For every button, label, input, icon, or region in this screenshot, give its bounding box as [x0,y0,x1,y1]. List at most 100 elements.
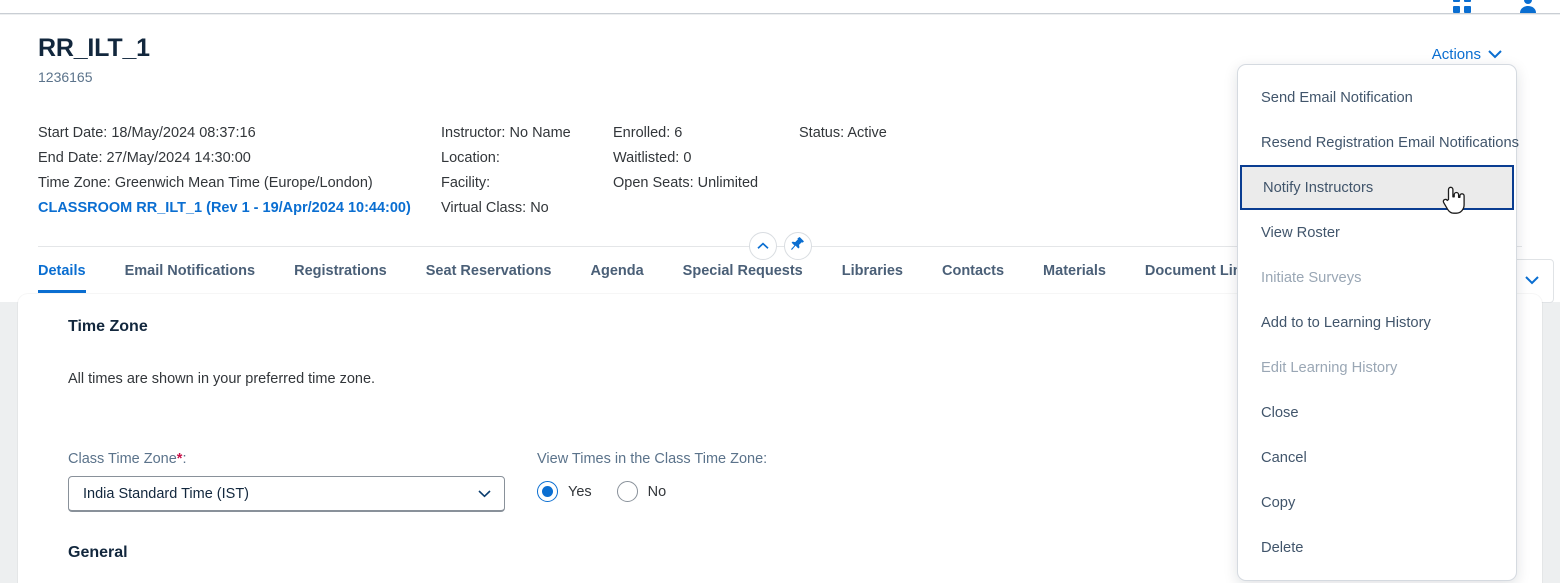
application-window: RR_ILT_1 1236165 Actions Start Date: 18/… [0,0,1560,583]
radio-no[interactable]: No [616,481,679,502]
menu-item-label: Add to to Learning History [1261,314,1431,331]
meta-label: Time Zone: [38,175,111,191]
tab-contacts[interactable]: Contacts [942,261,1004,293]
shell-bar-icons [1452,0,1538,14]
user-icon[interactable] [1518,0,1538,14]
menu-item-send-email-notification[interactable]: Send Email Notification [1238,75,1516,120]
meta-row: Location: [441,146,613,171]
meta-value: 18/May/2024 08:37:16 [111,125,256,141]
title-block: RR_ILT_1 1236165 [38,33,150,86]
object-id: 1236165 [38,69,93,85]
tab-materials[interactable]: Materials [1043,261,1106,293]
tab-details[interactable]: Details [38,261,86,293]
tab-label: Contacts [942,263,1005,279]
menu-item-label: Copy [1261,494,1296,511]
menu-item-label: Notify Instructors [1263,179,1374,196]
meta-column-instructor: Instructor: No Name Location: Facility: … [441,121,613,221]
status-badge: Active [847,125,887,141]
meta-column-status: Status: Active [799,121,999,221]
radio-yes-control[interactable] [537,481,558,502]
meta-value: No [530,200,549,216]
chevron-down-icon [478,486,491,502]
meta-label: Status: [799,125,845,141]
radio-yes[interactable]: Yes [537,481,604,502]
time-zone-description: All times are shown in your preferred ti… [68,371,376,387]
menu-item-edit-learning-history: Edit Learning History [1238,345,1516,390]
menu-item-delete[interactable]: Delete [1238,525,1516,570]
radio-selected-dot [542,486,553,497]
tab-agenda[interactable]: Agenda [591,261,644,293]
tab-seat-reservations[interactable]: Seat Reservations [426,261,552,293]
tab-email-notifications[interactable]: Email Notifications [125,261,256,293]
meta-row: Virtual Class: No [441,196,613,221]
meta-row: Start Date: 18/May/2024 08:37:16 [38,121,441,146]
time-zone-section-title: Time Zone [68,318,148,335]
tab-label: Special Requests [682,263,803,279]
tab-label: Registrations [294,263,387,279]
meta-label: Location: [441,150,500,166]
menu-item-view-roster[interactable]: View Roster [1238,210,1516,255]
meta-column-dates: Start Date: 18/May/2024 08:37:16 End Dat… [38,121,441,221]
actions-button-label: Actions [1431,46,1481,63]
tab-label: Details [38,263,86,279]
menu-item-label: Resend Registration Email Notifications [1261,134,1519,151]
chevron-down-icon [1488,46,1502,63]
meta-value: 27/May/2024 14:30:00 [106,150,251,166]
tab-label: Agenda [590,263,644,279]
menu-item-cancel[interactable]: Cancel [1238,435,1516,480]
class-time-zone-value: India Standard Time (IST) [83,485,250,502]
actions-button[interactable]: Actions [1432,46,1502,63]
meta-row: CLASSROOM RR_ILT_1 (Rev 1 - 19/Apr/2024 … [38,196,441,221]
tab-special-requests[interactable]: Special Requests [683,261,803,293]
menu-item-add-to-learning-history[interactable]: Add to to Learning History [1238,300,1516,345]
class-time-zone-field: Class Time Zone*: India Standard Time (I… [68,451,505,512]
collapse-header-button[interactable] [748,232,777,260]
pin-header-button[interactable] [783,232,812,260]
menu-item-label: Cancel [1261,449,1307,466]
page-title: RR_ILT_1 [38,34,150,62]
meta-row: Status: Active [799,121,999,146]
view-times-label: View Times in the Class Time Zone: [537,451,768,467]
meta-row: Enrolled: 6 [613,121,799,146]
meta-value: 0 [683,150,692,166]
meta-label: Waitlisted: [613,150,680,166]
menu-item-label: Send Email Notification [1261,89,1413,106]
meta-label: Start Date: [38,125,108,141]
tab-label: Materials [1043,263,1106,279]
general-section-title: General [68,544,128,561]
menu-item-copy[interactable]: Copy [1238,480,1516,525]
meta-label: Instructor: [441,125,506,141]
meta-value: No Name [509,125,571,141]
meta-label: Facility: [441,175,491,191]
radio-no-control[interactable] [616,481,638,502]
top-shell-bar [0,0,1560,14]
grid-icon[interactable] [1452,0,1472,14]
meta-label: Enrolled: [613,125,671,141]
tab-registrations[interactable]: Registrations [294,261,387,293]
menu-item-close[interactable]: Close [1238,390,1516,435]
meta-label: End Date: [38,150,103,166]
radio-no-label: No [647,483,667,500]
tab-label: Email Notifications [124,263,256,279]
field-label-text: Class Time Zone [68,451,177,467]
menu-item-notify-instructors[interactable]: Notify Instructors [1240,165,1514,210]
class-time-zone-select[interactable]: India Standard Time (IST) [68,476,505,512]
menu-item-resend-registration-email-notifications[interactable]: Resend Registration Email Notifications [1238,120,1519,165]
label-colon: : [182,451,187,467]
meta-row: Instructor: No Name [441,121,613,146]
tab-libraries[interactable]: Libraries [842,261,903,293]
pin-icon [790,236,805,256]
tab-label: Seat Reservations [425,263,552,279]
menu-item-label: Delete [1261,539,1304,556]
view-times-field: View Times in the Class Time Zone: Yes N… [537,451,767,502]
meta-label: Virtual Class: [441,200,527,216]
meta-row: Waitlisted: 0 [613,146,799,171]
meta-row: End Date: 27/May/2024 14:30:00 [38,146,441,171]
actions-dropdown-menu: Send Email Notification Resend Registrat… [1237,64,1519,581]
meta-label: Open Seats: [613,175,694,191]
meta-column-seats: Enrolled: 6 Waitlisted: 0 Open Seats: Un… [613,121,799,221]
chevron-up-icon [756,237,769,255]
menu-item-label: Initiate Surveys [1261,269,1362,286]
radio-yes-label: Yes [568,483,592,500]
classroom-link[interactable]: CLASSROOM RR_ILT_1 (Rev 1 - 19/Apr/2024 … [38,200,411,216]
